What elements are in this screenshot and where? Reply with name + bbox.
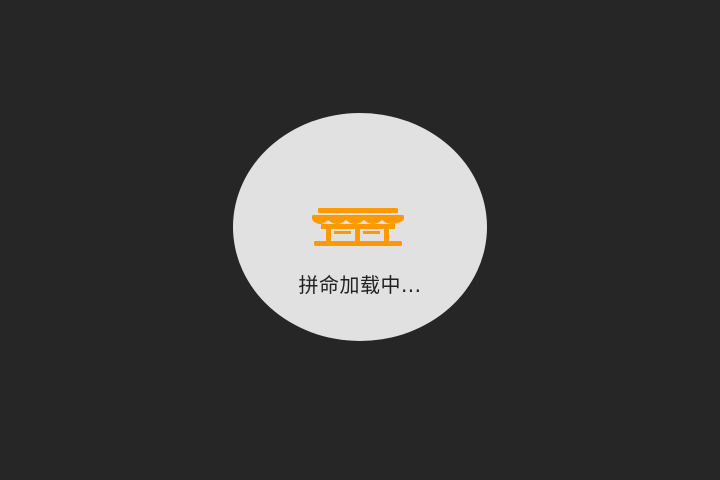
loading-message: 拼命加载中... — [298, 273, 422, 297]
loading-screen: 拼命加载中... — [0, 0, 720, 480]
storefront-icon — [312, 208, 404, 246]
